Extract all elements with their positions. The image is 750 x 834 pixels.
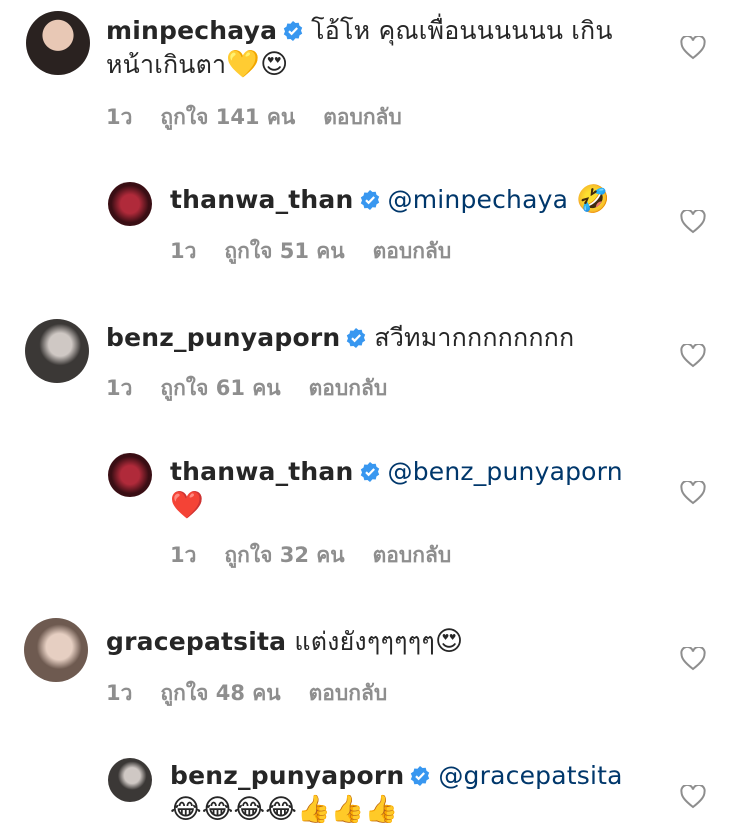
reply-button[interactable]: ตอบกลับ — [373, 543, 452, 567]
comment-time: 1ว — [106, 105, 133, 129]
like-heart-icon[interactable] — [680, 647, 706, 671]
verified-badge-icon — [360, 462, 379, 482]
verified-badge-icon — [347, 328, 366, 348]
comment-username[interactable]: thanwa_than — [170, 185, 354, 214]
likes-count-link[interactable]: ถูกใจ 51 คน — [224, 239, 344, 263]
avatar[interactable] — [108, 453, 152, 497]
comment-emojis: 😍 — [434, 626, 464, 657]
reply-button[interactable]: ตอบกลับ — [309, 681, 388, 705]
verified-badge-icon — [283, 21, 303, 41]
like-heart-icon[interactable] — [680, 481, 706, 505]
like-heart-icon[interactable] — [680, 36, 706, 60]
like-heart-icon[interactable] — [680, 210, 706, 234]
comment-time: 1ว — [106, 681, 133, 705]
reply-button[interactable]: ตอบกลับ — [309, 376, 388, 400]
comment-username[interactable]: benz_punyaporn — [106, 323, 340, 352]
comment-username[interactable]: gracepatsita — [106, 627, 286, 656]
like-heart-icon[interactable] — [680, 785, 706, 809]
mention-link[interactable]: @minpechaya — [388, 185, 569, 214]
comment-text-continued: หน้าเกินตา — [106, 50, 227, 79]
comment-time: 1ว — [170, 239, 197, 263]
likes-count-link[interactable]: ถูกใจ 61 คน — [160, 376, 280, 400]
like-heart-icon[interactable] — [680, 344, 706, 368]
comment-username[interactable]: minpechaya — [106, 16, 277, 45]
comment-text: แต่งยังๆๆๆๆๆ — [294, 627, 435, 656]
comment-text: สวีทมากกกกกกกก — [374, 323, 575, 352]
comment-text: โอ้โห คุณเพื่อนนนนนน เกิน — [311, 16, 613, 45]
reply-button[interactable]: ตอบกลับ — [373, 239, 452, 263]
verified-badge-icon — [360, 190, 379, 210]
avatar[interactable] — [24, 618, 88, 682]
reply-button[interactable]: ตอบกลับ — [323, 105, 402, 129]
mention-link[interactable]: @benz_punyaporn — [388, 457, 623, 486]
avatar[interactable] — [108, 182, 152, 226]
comment-emojis: 🤣 — [576, 184, 611, 215]
comment-meta: 1ว ถูกใจ 51 คน ตอบกลับ — [170, 235, 479, 268]
likes-count-link[interactable]: ถูกใจ 48 คน — [160, 681, 280, 705]
mention-link[interactable]: @gracepatsita — [438, 761, 622, 790]
avatar[interactable] — [26, 11, 90, 75]
comment-time: 1ว — [170, 543, 197, 567]
avatar[interactable] — [108, 758, 152, 802]
comment-emojis: 😂😂😂😂👍👍👍 — [170, 794, 399, 825]
comment-meta: 1ว ถูกใจ 141 คน ตอบกลับ — [106, 101, 430, 134]
likes-count-link[interactable]: ถูกใจ 32 คน — [224, 543, 344, 567]
comment-meta: 1ว ถูกใจ 61 คน ตอบกลับ — [106, 372, 415, 405]
comment-emojis: 💛😍 — [226, 49, 289, 80]
comment-username[interactable]: thanwa_than — [170, 457, 354, 486]
verified-badge-icon — [411, 766, 430, 786]
comment-meta: 1ว ถูกใจ 48 คน ตอบกลับ — [106, 677, 415, 710]
comment-emojis: ❤️ — [170, 490, 204, 521]
likes-count-link[interactable]: ถูกใจ 141 คน — [160, 105, 295, 129]
comment-username[interactable]: benz_punyaporn — [170, 761, 404, 790]
avatar[interactable] — [25, 319, 89, 383]
comment-time: 1ว — [106, 376, 133, 400]
comment-meta: 1ว ถูกใจ 32 คน ตอบกลับ — [170, 539, 479, 572]
